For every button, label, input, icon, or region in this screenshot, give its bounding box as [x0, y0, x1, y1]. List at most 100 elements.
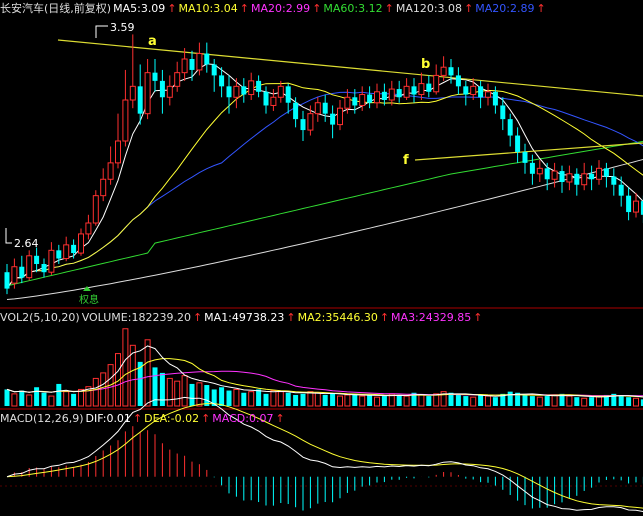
volume-bar-down	[626, 397, 632, 406]
volume-bar-up	[359, 395, 366, 407]
candle-body-up	[107, 162, 114, 180]
candle-body-up	[248, 80, 255, 96]
up-arrow-icon: ↑	[384, 2, 394, 15]
volume-bar-up	[196, 382, 203, 407]
candle-body-up	[174, 72, 181, 87]
volume-legend-item-3: MA2:35446.30	[297, 311, 378, 324]
candle-body-down	[381, 91, 387, 100]
low-marker	[5, 228, 12, 244]
candle-body-up	[359, 94, 366, 106]
volume-bar-up	[418, 394, 425, 407]
price-legend-item-2: MA10:3.04	[178, 2, 238, 15]
price-legend-item-5: MA120:3.08	[395, 2, 463, 15]
up-arrow-icon: ↑	[536, 2, 546, 15]
candle-body-down	[426, 83, 432, 92]
volume-bar-down	[204, 385, 210, 406]
up-arrow-icon: ↑	[132, 412, 143, 425]
candle-body-down	[411, 86, 417, 95]
volume-bar-up	[433, 393, 440, 407]
candle-body-down	[589, 173, 595, 180]
candle-body-up	[26, 255, 33, 279]
candle-body-up	[196, 53, 203, 71]
up-arrow-icon: ↑	[239, 2, 249, 15]
high-price-label: 3.59	[110, 21, 135, 34]
price-legend-item-3: MA20:2.99	[250, 2, 311, 15]
volume-bar-up	[566, 395, 573, 407]
volume-bar-up	[181, 375, 188, 407]
candle-body-down	[448, 67, 454, 76]
candle-body-down	[618, 184, 624, 196]
volume-bar-down	[367, 394, 373, 406]
volume-legend: VOL2(5,10,20) VOLUME:182239.20 ↑ MA1:49738.…	[0, 311, 484, 325]
candle-body-down	[611, 176, 617, 185]
volume-bar-down	[352, 393, 358, 406]
candle-body-up	[277, 85, 284, 98]
volume-bar-down	[300, 393, 306, 406]
candle-body-up	[78, 233, 84, 254]
macd-legend-item-0: MACD(12,26,9)	[0, 412, 84, 425]
candle-body-down	[285, 86, 291, 103]
volume-bar-up	[26, 394, 33, 407]
candle-body-down	[455, 75, 461, 87]
volume-bar-up	[78, 388, 84, 407]
candle-body-down	[507, 119, 513, 136]
volume-bar-down	[544, 396, 550, 406]
chart-canvas: 3.59 2.64 a b f 权息	[0, 21, 643, 513]
candle-body-down	[41, 264, 47, 273]
candle-body-up	[485, 91, 491, 98]
volume-bar-down	[507, 391, 513, 406]
volume-bar-down	[455, 394, 461, 406]
kline-chart: 3.59 2.64 a b f 权息 长安汽车(日线,前复权) MA5:3.09 ↑ MA10:…	[0, 0, 643, 516]
volume-bar-down	[522, 394, 528, 406]
volume-bar-down	[478, 394, 484, 406]
candle-body-down	[559, 171, 565, 182]
volume-bar-up	[337, 395, 343, 407]
candle-body-up	[418, 83, 425, 96]
macd-legend-item-1: DIF:0.01	[85, 412, 131, 425]
candle-body-down	[522, 151, 528, 163]
candle-body-down	[219, 75, 225, 87]
price-legend-item-0: 长安汽车(日线,前复权)	[0, 2, 112, 15]
volume-bar-down	[618, 396, 624, 406]
candle-body-up	[581, 173, 588, 186]
candle-body-down	[626, 195, 632, 213]
volume-bar-up	[166, 377, 173, 407]
candle-body-down	[241, 86, 247, 95]
volume-bar-down	[263, 393, 269, 406]
volume-bar-down	[426, 396, 432, 406]
candle-body-down	[322, 102, 328, 114]
volume-bar-up	[470, 396, 477, 407]
volume-bar-down	[71, 393, 77, 406]
candle-body-up	[100, 178, 107, 197]
candle-body-up	[403, 85, 410, 98]
volume-bar-up	[277, 391, 284, 407]
candle-body-down	[500, 105, 506, 120]
volume-bar-down	[256, 389, 262, 406]
volume-bar-up	[122, 328, 129, 407]
volume-bar-up	[92, 377, 99, 407]
candle-body-down	[71, 244, 77, 254]
candle-body-down	[515, 135, 521, 152]
volume-bar-down	[19, 390, 25, 406]
volume-bar-up	[596, 395, 602, 407]
volume-bar-down	[322, 394, 328, 406]
candle-body-down	[137, 86, 143, 114]
macd-legend-item-2: DEA:-0.02	[144, 412, 200, 425]
candle-body-up	[122, 99, 129, 142]
candle-body-down	[367, 94, 373, 103]
volume-bar-up	[11, 393, 18, 407]
candle-body-down	[204, 53, 210, 65]
candle-body-up	[314, 102, 321, 115]
volume-bar-down	[219, 387, 225, 406]
volume-bar-down	[589, 397, 595, 406]
price-legend-item-6: MA20:2.89	[475, 2, 535, 15]
volume-bar-down	[241, 392, 247, 406]
candle-body-down	[34, 255, 40, 264]
candle-body-up	[92, 195, 99, 224]
volume-bar-down	[330, 393, 336, 406]
up-arrow-icon: ↑	[167, 2, 177, 15]
candle-body-down	[544, 168, 550, 180]
candle-body-up	[337, 107, 343, 126]
candle-body-down	[152, 72, 158, 81]
volume-legend-item-2: MA1:49738.23	[204, 311, 285, 324]
